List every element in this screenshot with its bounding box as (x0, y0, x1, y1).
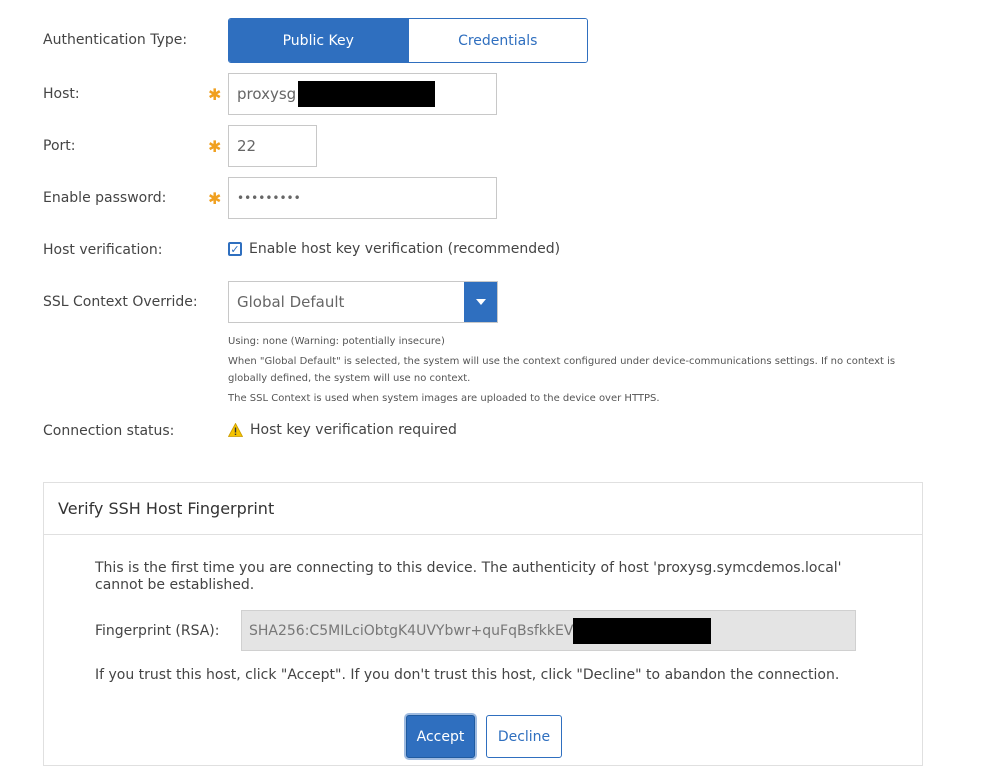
panel-title: Verify SSH Host Fingerprint (44, 483, 922, 535)
auth-credentials-button[interactable]: Credentials (407, 19, 587, 62)
enable-password-label: Enable password: (43, 190, 167, 206)
decline-button[interactable]: Decline (486, 715, 562, 758)
required-asterisk-icon: ✱ (208, 189, 222, 208)
trust-message: If you trust this host, click "Accept". … (95, 667, 840, 683)
verify-fingerprint-panel: Verify SSH Host Fingerprint This is the … (43, 482, 923, 766)
port-input[interactable]: 22 (228, 125, 317, 167)
connection-status-text: Host key verification required (250, 422, 457, 438)
redacted-block (298, 81, 436, 107)
first-connection-message: This is the first time you are connectin… (95, 560, 842, 593)
fingerprint-value: SHA256:C5MILciObtgK4UVYbwr+quFqBsfkkEV (249, 622, 574, 639)
fingerprint-field: SHA256:C5MILciObtgK4UVYbwr+quFqBsfkkEV (241, 610, 856, 651)
redacted-block (573, 617, 712, 644)
accept-button[interactable]: Accept (406, 715, 475, 758)
ssl-global-default-note: When "Global Default" is selected, the s… (228, 356, 896, 384)
host-label: Host: (43, 86, 80, 102)
required-asterisk-icon: ✱ (208, 137, 222, 156)
port-value: 22 (237, 137, 257, 155)
auth-public-key-button[interactable]: Public Key (229, 19, 408, 62)
password-dots: ••••••••• (237, 191, 301, 205)
auth-type-label: Authentication Type: (43, 32, 188, 48)
host-input[interactable]: proxysg (228, 73, 497, 115)
auth-type-toggle: Public Key Credentials (228, 18, 588, 63)
host-verification-label: Host verification: (43, 242, 163, 258)
ssl-usage-note: The SSL Context is used when system imag… (228, 393, 660, 404)
ssl-context-select[interactable]: Global Default (228, 281, 498, 323)
port-label: Port: (43, 138, 76, 154)
ssl-using-note: Using: none (Warning: potentially insecu… (228, 336, 445, 347)
ssl-context-label: SSL Context Override: (43, 294, 198, 310)
checkmark-icon[interactable]: ✓ (228, 242, 242, 256)
host-key-verification-checkbox[interactable]: ✓ Enable host key verification (recommen… (228, 241, 560, 257)
enable-password-input[interactable]: ••••••••• (228, 177, 497, 219)
chevron-down-icon[interactable] (464, 282, 497, 322)
fingerprint-label: Fingerprint (RSA): (95, 623, 220, 639)
host-key-verification-label: Enable host key verification (recommende… (249, 241, 561, 257)
host-value: proxysg (237, 85, 297, 103)
connection-status-label: Connection status: (43, 423, 175, 439)
connection-status: Host key verification required (228, 422, 457, 438)
warning-icon (228, 423, 243, 437)
required-asterisk-icon: ✱ (208, 85, 222, 104)
ssl-context-value: Global Default (237, 293, 345, 311)
